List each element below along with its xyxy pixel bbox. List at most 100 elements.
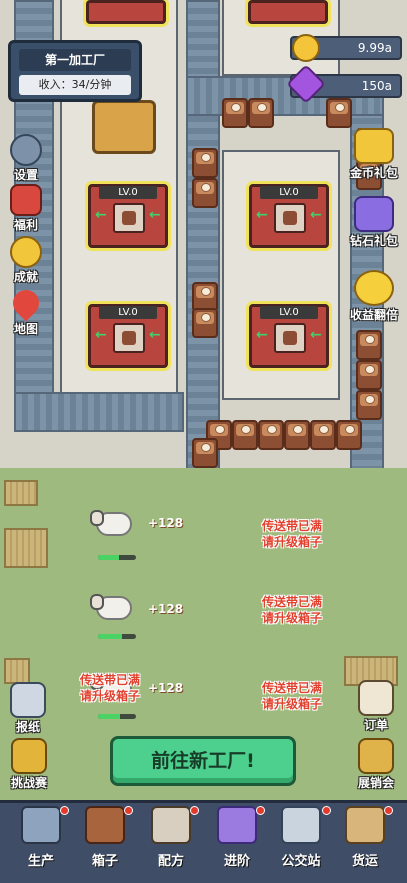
arrow-left-icon: ← [256,207,268,223]
cargo-box [258,420,284,450]
recipe-book-icon [151,806,191,844]
tab-boxes[interactable]: 箱子 [78,806,132,869]
machine-door [274,203,306,233]
center-conveyor [186,0,220,470]
tab-production[interactable]: 生产 [14,806,68,869]
cargo-box [192,438,218,468]
notification-dot [60,806,69,815]
notification-dot [322,806,331,815]
bus-stop-icon [281,806,321,844]
cargo-box [232,420,258,450]
belt-full-warning-4: 传送带已满 请升级箱子 [262,681,323,711]
gear-icon [10,134,42,166]
tab-cargo[interactable]: 货运 [338,806,392,869]
machine-door [113,203,145,233]
machine-partial-top-left[interactable] [86,0,166,24]
machine-1[interactable]: LV.0 ← ← [88,184,168,248]
tab-bus-stop[interactable]: 公交站 [274,806,328,869]
exhibition-button[interactable]: 展销会 [350,738,402,791]
machine-partial-top-right[interactable] [248,0,328,24]
achievement-button[interactable]: 成就 [4,236,48,285]
notification-dot [124,806,133,815]
sheep-progress-bar-3 [98,714,136,719]
gift-icon [10,184,42,216]
belt-full-warning-1: 传送带已满 请升级箱子 [262,519,323,549]
notification-dot [190,806,199,815]
gold-coins-icon [354,128,394,164]
cargo-box [192,308,218,338]
gold-coin-icon[interactable] [292,34,320,62]
cargo-box [192,148,218,178]
belt-full-warning-3: 传送带已满 请升级箱子 [80,673,141,703]
sheep-1[interactable] [90,506,138,542]
notification-dot [256,806,265,815]
belt-full-warning-2: 传送带已满 请升级箱子 [262,595,323,625]
cargo-box [284,420,310,450]
box-icon [85,806,125,844]
star-medal-icon [10,236,42,268]
machine-level: LV.0 [99,306,157,319]
machine-3[interactable]: LV.0 ← ← [88,304,168,368]
cargo-box [222,98,248,128]
machine-door [274,323,306,353]
hay-bale [4,528,48,568]
robot-arm-icon [21,806,61,844]
tab-recipes[interactable]: 配方 [144,806,198,869]
cargo-box [192,178,218,208]
order-list-icon [358,680,394,716]
hay-bale [4,480,38,506]
arrow-left-icon: ← [256,327,268,343]
machine-level: LV.0 [260,186,318,199]
sheep-progress-bar-2 [98,634,136,639]
trophy-icon [11,738,47,774]
gain-label: +128 [148,516,184,530]
hay-bale [4,658,30,684]
cargo-box [356,390,382,420]
gain-label: +128 [148,602,184,616]
welfare-button[interactable]: 福利 [4,184,48,233]
cargo-box [310,420,336,450]
factory-info-panel[interactable]: 第一加工厂 收入：34/分钟 [8,40,142,102]
map-pin-icon [7,284,45,322]
map-button[interactable]: 地图 [4,284,48,337]
diamond-pack-button[interactable]: 钻石礼包 [344,196,404,249]
arrow-left-icon: ← [310,327,322,343]
machine-level: LV.0 [260,306,318,319]
arrow-left-icon: ← [95,327,107,343]
newspaper-icon [10,682,46,718]
packing-machine[interactable] [92,100,156,154]
cargo-box [356,330,382,360]
bottom-conveyor [14,392,184,432]
arrow-left-icon: ← [95,207,107,223]
tab-advance[interactable]: 进阶 [210,806,264,869]
arrow-left-icon: ← [149,207,161,223]
arrow-left-icon: ← [310,207,322,223]
cargo-box [326,98,352,128]
coin-stack-icon [354,270,394,306]
machine-2[interactable]: LV.0 ← ← [249,184,329,248]
machine-door [113,323,145,353]
diamond-icon [354,196,394,232]
challenge-button[interactable]: 挑战赛 [4,738,54,791]
cargo-box [356,360,382,390]
arrow-left-icon: ← [149,327,161,343]
gold-pack-button[interactable]: 金币礼包 [344,128,404,181]
machine-4[interactable]: LV.0 ← ← [249,304,329,368]
upgrade-crystal-icon [217,806,257,844]
factory-income: 收入：34/分钟 [19,75,131,95]
factory-name: 第一加工厂 [19,49,131,71]
settings-button[interactable]: 设置 [4,134,48,183]
notification-dot [384,806,393,815]
sheep-progress-bar-1 [98,555,136,560]
newspaper-button[interactable]: 报纸 [6,682,50,735]
cargo-box [248,98,274,128]
machine-level: LV.0 [99,186,157,199]
go-new-factory-button[interactable]: 前往新工厂! [110,736,296,786]
cargo-icon [345,806,385,844]
cargo-box [336,420,362,450]
sheep-2[interactable] [90,590,138,626]
gain-label: +128 [148,681,184,695]
order-button[interactable]: 订单 [354,680,398,733]
double-income-button[interactable]: 收益翻倍 [344,270,404,323]
exhibition-icon [358,738,394,774]
